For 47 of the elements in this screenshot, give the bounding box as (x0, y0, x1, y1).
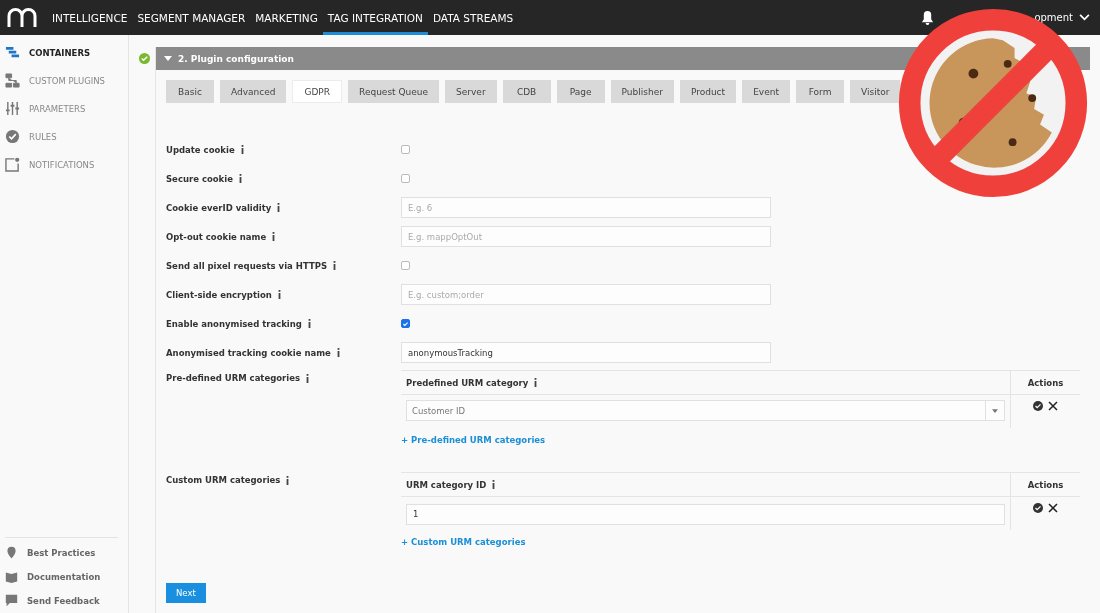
tab[interactable]: Publisher (610, 80, 674, 103)
tab[interactable]: Visitor (850, 80, 901, 103)
text-field[interactable]: 1 (406, 503, 1005, 525)
field-label: Opt-out cookie name (166, 231, 267, 242)
tab[interactable]: CDB (502, 80, 551, 103)
text-field[interactable]: E.g. custom;order (401, 284, 771, 305)
sidebar-item[interactable]: CONTAINERS (29, 47, 91, 58)
text-field[interactable]: anonymousTracking (401, 342, 771, 363)
text-field[interactable]: E.g. mappOptOut (401, 226, 771, 247)
tab[interactable]: Request Queue (348, 80, 440, 103)
field-label: Enable anonymised tracking (166, 318, 302, 329)
nav-tab[interactable]: DATA STREAMS (427, 0, 519, 35)
tab[interactable]: Event (742, 80, 791, 103)
nav-tab[interactable]: TAG INTEGRATION (322, 0, 428, 35)
text-field[interactable]: E.g. 6 (401, 197, 771, 218)
sidebar-link[interactable]: Documentation (27, 571, 101, 582)
field-label: Custom URM categories (166, 475, 281, 485)
sidebar-link[interactable]: Send Feedback (27, 595, 100, 606)
nav-tab[interactable]: SEGMENT MANAGER (132, 0, 251, 35)
field-label: Client-side encryption (166, 289, 272, 300)
nav-tab[interactable]: MARKETING (250, 0, 323, 35)
sidebar-item[interactable]: PARAMETERS (29, 103, 86, 114)
tab[interactable]: Form (796, 80, 845, 103)
column-header: Predefined URM category (406, 377, 529, 388)
field-label: Cookie everID validity (166, 202, 272, 213)
tab[interactable]: Product (679, 80, 737, 103)
sidebar-item[interactable]: CUSTOM PLUGINS (29, 75, 105, 86)
nav-tab[interactable]: INTELLIGENCE (47, 0, 133, 35)
field-label: Update cookie (166, 144, 235, 155)
sidebar-item[interactable]: NOTIFICATIONS (29, 159, 95, 170)
tab[interactable]: Server (445, 80, 497, 103)
tab[interactable]: GDPR (292, 80, 343, 103)
tab[interactable]: Page (556, 80, 605, 103)
select-field[interactable]: Customer ID (406, 400, 1005, 421)
column-header: URM category ID (406, 479, 487, 490)
column-header: Actions (1027, 377, 1064, 388)
tab[interactable]: Basic (166, 80, 214, 103)
tab[interactable]: Advanced (220, 80, 287, 103)
field-label: Pre-defined URM categories (166, 373, 301, 383)
field-label: Send all pixel requests via HTTPS (166, 260, 328, 271)
sidebar-link[interactable]: Best Practices (27, 547, 96, 558)
account-name[interactable]: opment (1034, 12, 1073, 23)
column-header: Actions (1027, 479, 1064, 490)
field-label: Anonymised tracking cookie name (166, 347, 331, 358)
field-label: Secure cookie (166, 173, 233, 184)
sidebar-item[interactable]: RULES (29, 131, 57, 142)
section-title: 2. Plugin configuration (178, 53, 294, 64)
